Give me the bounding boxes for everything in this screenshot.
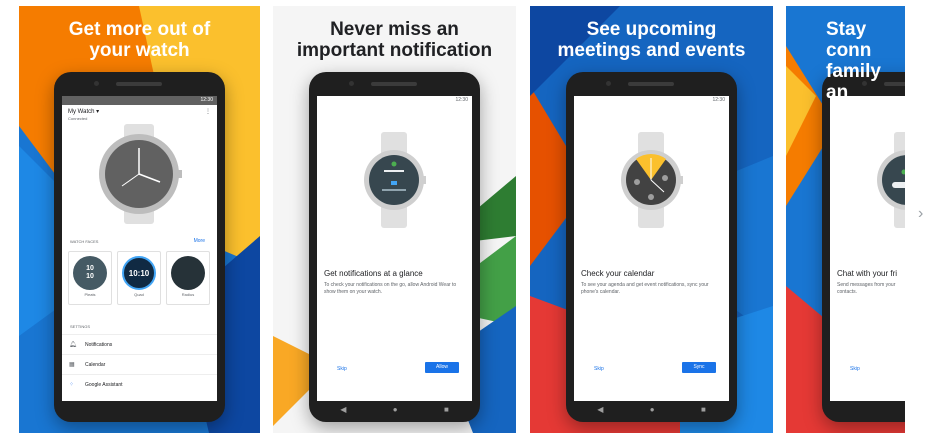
phone-screen-1: 12:30 My Watch ▾ Connected ⋮ WATCH FACES… (62, 96, 217, 401)
calendar-icon: ▦ (69, 362, 75, 368)
bell-icon: 🔔︎ (69, 342, 77, 348)
watch-face-thumbnail (171, 256, 205, 290)
watch-face-tile[interactable]: 10 10 Pleats (68, 251, 112, 305)
camera-dot (349, 81, 354, 86)
watch-face-thumbnail: 10 10 (73, 256, 107, 290)
back-icon[interactable]: ◀ (597, 405, 603, 414)
recents-icon[interactable]: ■ (444, 405, 449, 414)
onboarding-title: Chat with your fri (837, 269, 898, 278)
onboarding-body: To see your agenda and get event notific… (581, 282, 709, 295)
settings-item-label: Google Assistant (85, 382, 123, 388)
settings-item-assistant[interactable]: ⁘ Google Assistant (62, 374, 217, 394)
speaker-grille (628, 82, 674, 86)
more-faces-link[interactable]: More (194, 238, 205, 244)
settings-item-label: Notifications (85, 342, 113, 348)
settings-label: SETTINGS (70, 324, 91, 329)
onboarding-title: Get notifications at a glance (324, 269, 423, 278)
settings-item-notifications[interactable]: 🔔︎ Notifications (62, 334, 217, 354)
phone-frame-2: 12:30 Get notifications at a glance To c… (309, 72, 480, 422)
watch-notification-illustration (364, 132, 426, 228)
card-1-headline: Get more out of your watch (68, 19, 211, 61)
phone-screen-4: Chat with your fri Send messages from yo… (830, 96, 905, 401)
recents-icon[interactable]: ■ (701, 405, 706, 414)
watch-face-name: Quad (134, 292, 144, 297)
phone-frame-1: 12:30 My Watch ▾ Connected ⋮ WATCH FACES… (54, 72, 225, 422)
assistant-icon: ⁘ (69, 382, 75, 388)
skip-button[interactable]: Skip (337, 366, 347, 372)
sync-button[interactable]: Sync (682, 362, 716, 373)
overflow-menu-icon[interactable]: ⋮ (205, 108, 211, 115)
system-nav-bar: ◀ ● ■ (574, 401, 729, 417)
onboarding-body: Send messages from your contacts. (837, 282, 896, 295)
screenshot-card-2[interactable]: Never miss an important notification 12:… (273, 6, 516, 433)
back-icon[interactable]: ◀ (340, 405, 346, 414)
watch-face-tile[interactable]: 10:10 Quad (117, 251, 161, 305)
camera-dot (94, 81, 99, 86)
watch-chat-illustration (877, 132, 905, 228)
status-time: 12:30 (455, 97, 468, 103)
speaker-grille (116, 82, 162, 86)
settings-item-label: Calendar (85, 362, 106, 368)
phone-screen-2: 12:30 Get notifications at a glance To c… (317, 96, 472, 401)
screenshot-card-4[interactable]: Stay conn family an Chat with your fri S… (786, 6, 905, 433)
phone-screen-3: 12:30 Check your calendar To see your ag… (574, 96, 729, 401)
screenshot-card-3[interactable]: See upcoming meetings and events 12:30 C… (530, 6, 773, 433)
watch-face-tile[interactable]: Radius (166, 251, 210, 305)
device-title[interactable]: My Watch ▾ (68, 108, 99, 115)
status-time: 12:30 (712, 97, 725, 103)
allow-button[interactable]: Allow (425, 362, 459, 373)
camera-dot (606, 81, 611, 86)
phone-frame-3: 12:30 Check your calendar To see your ag… (566, 72, 737, 422)
watch-face-thumbnail: 10:10 (122, 256, 156, 290)
status-bar: 12:30 (62, 96, 217, 105)
card-3-headline: See upcoming meetings and events (557, 19, 746, 61)
home-icon[interactable]: ● (393, 405, 398, 414)
onboarding-title: Check your calendar (581, 269, 655, 278)
card-2-headline: Never miss an important notification (296, 19, 493, 61)
watch-face-name: Radius (181, 292, 195, 297)
chevron-down-icon: ▾ (96, 109, 100, 115)
screenshot-card-1[interactable]: Get more out of your watch 12:30 My Watc… (19, 6, 260, 433)
watch-calendar-illustration (621, 132, 683, 228)
system-nav-bar: ◀ ● ■ (317, 401, 472, 417)
watch-preview (99, 124, 182, 224)
speaker-grille (371, 82, 417, 86)
status-bar: 12:30 (574, 96, 729, 105)
card-4-headline: Stay conn family an (826, 19, 881, 103)
watch-faces-label: WATCH FACES (70, 239, 99, 244)
screenshot-carousel: Get more out of your watch 12:30 My Watc… (0, 0, 930, 433)
watch-face-name: Pleats (84, 292, 96, 297)
chevron-right-icon[interactable]: › (918, 205, 923, 223)
status-time: 12:30 (200, 97, 213, 103)
skip-button[interactable]: Skip (594, 366, 604, 372)
skip-button[interactable]: Skip (850, 366, 860, 372)
settings-item-calendar[interactable]: ▦ Calendar (62, 354, 217, 374)
phone-frame-4: Chat with your fri Send messages from yo… (822, 72, 905, 422)
device-title-text: My Watch (68, 109, 95, 115)
status-bar: 12:30 (317, 96, 472, 105)
home-icon[interactable]: ● (650, 405, 655, 414)
onboarding-body: To check your notifications on the go, a… (324, 282, 457, 295)
